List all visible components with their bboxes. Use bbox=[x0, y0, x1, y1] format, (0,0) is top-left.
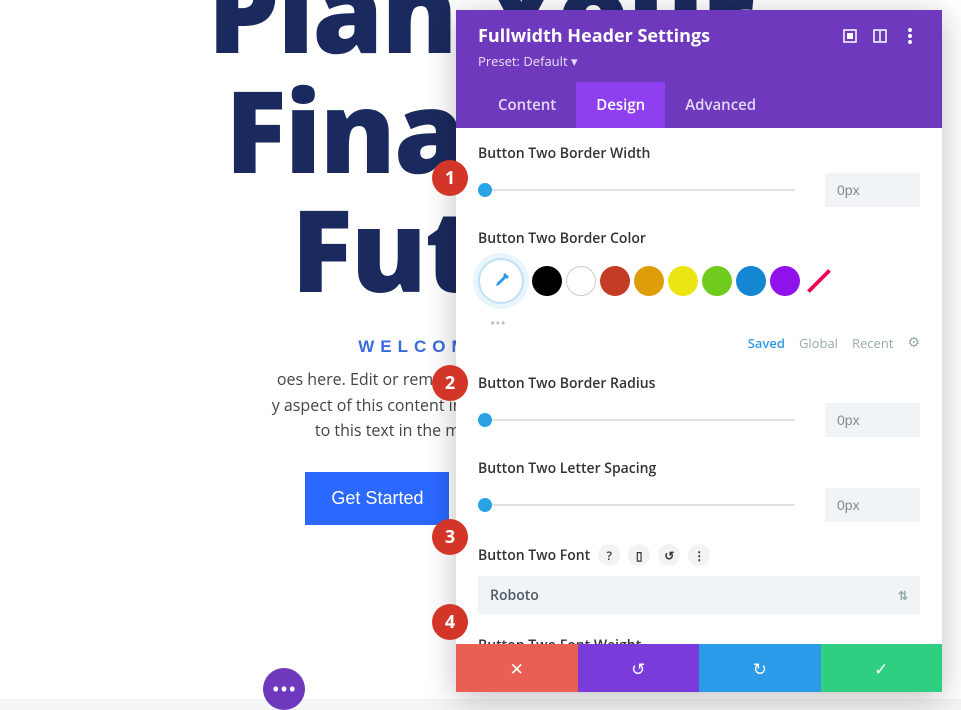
preset-label: Preset: Default bbox=[478, 52, 568, 70]
annotation-badge-2: 2 bbox=[432, 365, 468, 401]
swatch-green[interactable] bbox=[702, 266, 732, 296]
more-color-options[interactable]: ••• bbox=[490, 314, 920, 333]
input-letter-spacing[interactable] bbox=[825, 488, 920, 522]
save-button[interactable]: ✓ bbox=[821, 644, 943, 692]
select-font[interactable]: Roboto ⇅ bbox=[478, 576, 920, 614]
swatch-none[interactable] bbox=[804, 266, 834, 296]
panel-footer: ✕ ↺ ↻ ✓ bbox=[456, 644, 942, 692]
gear-icon[interactable]: ⚙ bbox=[907, 333, 920, 352]
undo-button[interactable]: ↺ bbox=[578, 644, 700, 692]
tab-advanced[interactable]: Advanced bbox=[665, 82, 776, 128]
close-button[interactable]: ✕ bbox=[456, 644, 578, 692]
swatch-black[interactable] bbox=[532, 266, 562, 296]
redo-button[interactable]: ↻ bbox=[699, 644, 821, 692]
label-font-text: Button Two Font bbox=[478, 546, 590, 565]
label-font-weight: Button Two Font Weight bbox=[478, 636, 920, 644]
snap-icon[interactable] bbox=[870, 26, 890, 46]
label-border-color: Button Two Border Color bbox=[478, 229, 920, 248]
annotation-badge-1: 1 bbox=[432, 160, 468, 196]
panel-body[interactable]: Button Two Border Width Button Two Borde… bbox=[456, 128, 942, 644]
chevron-updown-icon: ⇅ bbox=[898, 587, 908, 604]
panel-header: Fullwidth Header Settings Preset: Defaul… bbox=[456, 10, 942, 128]
prefs-global[interactable]: Global bbox=[799, 334, 838, 352]
get-started-button[interactable]: Get Started bbox=[305, 472, 449, 525]
label-font: Button Two Font ? ▯ ↺ ⋮ bbox=[478, 544, 920, 566]
input-border-radius[interactable] bbox=[825, 403, 920, 437]
kebab-field-icon[interactable]: ⋮ bbox=[688, 544, 710, 566]
group-border-radius: Button Two Border Radius bbox=[478, 374, 920, 437]
page-more-button[interactable]: ••• bbox=[263, 668, 305, 710]
group-border-color: Button Two Border Color ••• Saved Global bbox=[478, 229, 920, 352]
group-border-width: Button Two Border Width bbox=[478, 144, 920, 207]
help-icon[interactable]: ? bbox=[598, 544, 620, 566]
color-prefs-row: Saved Global Recent ⚙ bbox=[478, 333, 920, 352]
expand-icon[interactable] bbox=[840, 26, 860, 46]
slider-letter-spacing[interactable] bbox=[478, 498, 795, 512]
panel-tabs: Content Design Advanced bbox=[478, 82, 920, 128]
swatch-blue[interactable] bbox=[736, 266, 766, 296]
tab-design[interactable]: Design bbox=[576, 82, 665, 128]
prefs-recent[interactable]: Recent bbox=[852, 334, 893, 352]
phone-icon[interactable]: ▯ bbox=[628, 544, 650, 566]
group-font: Button Two Font ? ▯ ↺ ⋮ Roboto ⇅ bbox=[478, 544, 920, 614]
label-border-radius: Button Two Border Radius bbox=[478, 374, 920, 393]
swatch-purple[interactable] bbox=[770, 266, 800, 296]
preset-selector[interactable]: Preset: Default ▾ bbox=[478, 52, 920, 70]
swatch-red[interactable] bbox=[600, 266, 630, 296]
panel-title: Fullwidth Header Settings bbox=[478, 24, 830, 48]
group-letter-spacing: Button Two Letter Spacing bbox=[478, 459, 920, 522]
swatch-amber[interactable] bbox=[634, 266, 664, 296]
label-letter-spacing: Button Two Letter Spacing bbox=[478, 459, 920, 478]
group-font-weight: Button Two Font Weight Medium ⇅ bbox=[478, 636, 920, 644]
reset-icon[interactable]: ↺ bbox=[658, 544, 680, 566]
label-border-width: Button Two Border Width bbox=[478, 144, 920, 163]
annotation-badge-3: 3 bbox=[432, 519, 468, 555]
prefs-saved[interactable]: Saved bbox=[748, 334, 785, 352]
select-font-value: Roboto bbox=[490, 586, 539, 605]
kebab-icon[interactable] bbox=[900, 26, 920, 46]
slider-border-radius[interactable] bbox=[478, 413, 795, 427]
swatch-yellow[interactable] bbox=[668, 266, 698, 296]
input-border-width[interactable] bbox=[825, 173, 920, 207]
annotation-badge-4: 4 bbox=[432, 604, 468, 640]
swatch-white[interactable] bbox=[566, 266, 596, 296]
eyedropper-button[interactable] bbox=[478, 258, 524, 304]
tab-content[interactable]: Content bbox=[478, 82, 576, 128]
slider-border-width[interactable] bbox=[478, 183, 795, 197]
settings-panel: Fullwidth Header Settings Preset: Defaul… bbox=[456, 10, 942, 692]
